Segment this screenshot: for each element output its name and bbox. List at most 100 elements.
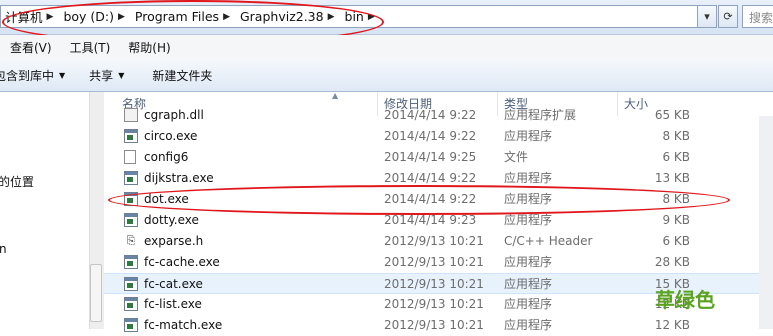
chevron-right-icon[interactable]: ▶ bbox=[364, 12, 377, 22]
menu-help[interactable]: 帮助(H) bbox=[118, 39, 178, 56]
command-toolbar: 包含到库中 ▼ 共享 ▼ 新建文件夹 bbox=[0, 60, 773, 92]
file-name: fc-list.exe bbox=[144, 297, 202, 311]
nav-item-n[interactable]: n bbox=[0, 242, 7, 256]
executable-icon bbox=[124, 318, 138, 332]
file-icon bbox=[124, 150, 136, 164]
file-row[interactable]: dot.exe 2014/4/14 9:22 应用程序 8 KB bbox=[104, 189, 773, 210]
file-name: dot.exe bbox=[144, 192, 189, 206]
file-size: 13 KB bbox=[654, 171, 690, 185]
dll-icon bbox=[124, 108, 138, 122]
file-name: fc-cat.exe bbox=[144, 277, 203, 291]
refresh-icon: ⟳ bbox=[723, 10, 733, 23]
chevron-right-icon[interactable]: ▶ bbox=[43, 12, 56, 22]
executable-icon bbox=[124, 192, 138, 206]
file-name: dotty.exe bbox=[144, 213, 199, 227]
file-date: 2014/4/14 9:22 bbox=[384, 192, 477, 206]
address-box[interactable]: 计算机 ▶ boy (D:) ▶ Program Files ▶ Graphvi… bbox=[0, 5, 712, 28]
search-placeholder: 搜索 bbox=[749, 11, 773, 25]
file-type: 文件 bbox=[504, 150, 529, 164]
file-name: config6 bbox=[144, 150, 189, 164]
breadcrumb-computer[interactable]: 计算机 ▶ bbox=[1, 6, 59, 27]
breadcrumb-computer-label: 计算机 bbox=[5, 10, 43, 25]
file-size: 6 KB bbox=[662, 234, 690, 248]
file-type: 应用程序 bbox=[504, 277, 553, 291]
share-label: 共享 bbox=[89, 69, 114, 83]
header-file-icon: ⎘ bbox=[126, 234, 136, 247]
chevron-right-icon[interactable]: ▶ bbox=[324, 12, 337, 22]
file-date: 2012/9/13 10:21 bbox=[384, 297, 484, 311]
executable-icon bbox=[124, 213, 138, 227]
file-type: 应用程序 bbox=[504, 192, 553, 206]
breadcrumb-drive-label: boy (D:) bbox=[63, 9, 114, 24]
include-in-library-label: 包含到库中 bbox=[0, 69, 55, 83]
nav-item-locations[interactable]: 的位置 bbox=[0, 173, 34, 190]
file-row[interactable]: config6 2014/4/14 9:25 文件 6 KB bbox=[104, 147, 773, 168]
file-size: 8 KB bbox=[662, 192, 690, 206]
file-type: 应用程序 bbox=[504, 255, 553, 269]
file-list-scrollbar[interactable] bbox=[759, 116, 773, 329]
file-size: 6 KB bbox=[662, 150, 690, 164]
file-date: 2014/4/14 9:22 bbox=[384, 129, 477, 143]
caret-down-icon: ▼ bbox=[118, 71, 125, 80]
file-name: dijkstra.exe bbox=[144, 171, 214, 185]
file-name: cgraph.dll bbox=[144, 108, 204, 122]
file-type: 应用程序扩展 bbox=[504, 108, 577, 122]
file-row[interactable]: cgraph.dll 2014/4/14 9:22 应用程序扩展 65 KB bbox=[104, 105, 773, 126]
file-size: 8 KB bbox=[662, 129, 690, 143]
breadcrumb-graphviz[interactable]: Graphviz2.38 ▶ bbox=[236, 6, 341, 27]
address-bar-area: 计算机 ▶ boy (D:) ▶ Program Files ▶ Graphvi… bbox=[0, 0, 773, 35]
breadcrumb-bin[interactable]: bin ▶ bbox=[341, 6, 381, 27]
file-date: 2014/4/14 9:23 bbox=[384, 213, 477, 227]
menu-tools[interactable]: 工具(T) bbox=[60, 39, 119, 56]
file-name: fc-cache.exe bbox=[144, 255, 220, 269]
nav-scrollbar-thumb[interactable] bbox=[90, 264, 102, 322]
new-folder-button[interactable]: 新建文件夹 bbox=[152, 67, 226, 84]
executable-icon bbox=[124, 171, 138, 185]
file-row[interactable]: circo.exe 2014/4/14 9:22 应用程序 8 KB bbox=[104, 126, 773, 147]
breadcrumb-bin-label: bin bbox=[344, 9, 364, 24]
file-size: 28 KB bbox=[654, 255, 690, 269]
menu-view[interactable]: 查看(V) bbox=[0, 39, 60, 56]
chevron-right-icon[interactable]: ▶ bbox=[114, 12, 127, 22]
file-name: exparse.h bbox=[144, 234, 204, 248]
file-date: 2012/9/13 10:21 bbox=[384, 255, 484, 269]
file-name: circo.exe bbox=[144, 129, 198, 143]
address-dropdown-button[interactable]: ▾ bbox=[697, 5, 717, 28]
file-type: 应用程序 bbox=[504, 129, 553, 143]
breadcrumb-program-files[interactable]: Program Files ▶ bbox=[131, 6, 236, 27]
file-row[interactable]: fc-cache.exe 2012/9/13 10:21 应用程序 28 KB bbox=[104, 252, 773, 273]
include-in-library-button[interactable]: 包含到库中 ▼ bbox=[0, 67, 79, 84]
file-size: 65 KB bbox=[654, 108, 690, 122]
executable-icon bbox=[124, 255, 138, 269]
breadcrumb-program-files-label: Program Files bbox=[134, 9, 220, 24]
new-folder-label: 新建文件夹 bbox=[152, 69, 213, 83]
file-row[interactable]: ⎘ exparse.h 2012/9/13 10:21 C/C++ Header 6 K… bbox=[104, 231, 773, 252]
file-size: 9 KB bbox=[662, 213, 690, 227]
file-date: 2012/9/13 10:21 bbox=[384, 234, 484, 248]
file-row[interactable]: dotty.exe 2014/4/14 9:23 应用程序 9 KB bbox=[104, 210, 773, 231]
file-date: 2014/4/14 9:25 bbox=[384, 150, 477, 164]
chevron-down-icon: ▾ bbox=[704, 10, 710, 23]
file-date: 2014/4/14 9:22 bbox=[384, 171, 477, 185]
breadcrumb-drive[interactable]: boy (D:) ▶ bbox=[59, 6, 130, 27]
file-type: 应用程序 bbox=[504, 171, 553, 185]
breadcrumb-graphviz-label: Graphviz2.38 bbox=[239, 9, 324, 24]
refresh-button[interactable]: ⟳ bbox=[718, 5, 738, 28]
executable-icon bbox=[124, 297, 138, 311]
file-row[interactable]: dijkstra.exe 2014/4/14 9:22 应用程序 13 KB bbox=[104, 168, 773, 189]
file-row[interactable]: fc-match.exe 2012/9/13 10:21 应用程序 12 KB bbox=[104, 315, 773, 336]
file-type: 应用程序 bbox=[504, 213, 553, 227]
chevron-right-icon[interactable]: ▶ bbox=[219, 12, 232, 22]
watermark-text: 草绿色 bbox=[655, 288, 715, 312]
file-type: 应用程序 bbox=[504, 318, 553, 332]
share-button[interactable]: 共享 ▼ bbox=[89, 67, 138, 84]
file-type: C/C++ Header bbox=[504, 234, 593, 248]
file-date: 2012/9/13 10:21 bbox=[384, 318, 484, 332]
search-input[interactable]: 搜索 bbox=[742, 5, 773, 28]
file-date: 2012/9/13 10:21 bbox=[384, 277, 484, 291]
navigation-pane: 的位置 n bbox=[0, 92, 104, 329]
file-type: 应用程序 bbox=[504, 297, 553, 311]
file-size: 12 KB bbox=[654, 318, 690, 332]
menu-bar: 查看(V) 工具(T) 帮助(H) bbox=[0, 35, 773, 60]
executable-icon bbox=[124, 277, 138, 291]
